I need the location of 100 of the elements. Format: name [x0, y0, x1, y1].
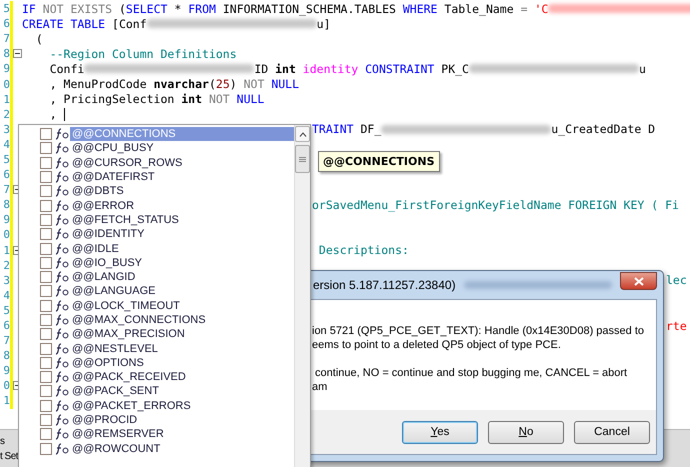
code-token: [Conf: [111, 16, 147, 31]
completion-item[interactable]: @@ROWCOUNT: [70, 442, 294, 456]
code-token: identity: [302, 62, 358, 76]
dialog-button[interactable]: No: [488, 420, 564, 444]
code-token: ,: [48, 107, 58, 122]
line-number: 3: [2, 122, 10, 136]
checkbox[interactable]: [40, 385, 52, 398]
dialog-button[interactable]: Cancel: [574, 420, 650, 444]
function-icon: [55, 171, 69, 184]
function-icon: [55, 414, 69, 426]
line-number: 5: [2, 304, 10, 317]
checkbox[interactable]: [40, 256, 52, 269]
checkbox[interactable]: [40, 371, 52, 384]
code-token: , PricingSelection: [48, 92, 176, 106]
completion-item[interactable]: @@LOCK_TIMEOUT: [70, 298, 294, 313]
code-token: NULL: [270, 77, 300, 92]
completion-item[interactable]: @@LANGUAGE: [70, 284, 294, 298]
caret-up-icon: [298, 132, 306, 136]
checkbox[interactable]: [40, 242, 52, 255]
completion-item[interactable]: @@CPU_BUSY: [70, 141, 294, 156]
code-token: Table_Name: [443, 2, 515, 16]
code-token: SELECT: [126, 2, 168, 16]
function-icon: [55, 142, 69, 154]
line-number: 4: [2, 288, 10, 302]
code-token: DF_: [359, 122, 382, 136]
code-token: lec: [666, 273, 687, 288]
grip-icon: [299, 156, 306, 162]
code-token: (: [118, 2, 126, 16]
code-token: --Region Column Definitions: [48, 46, 237, 61]
close-button[interactable]: [620, 272, 657, 290]
checkbox[interactable]: [40, 200, 52, 212]
checkbox[interactable]: [40, 300, 52, 312]
collapse-icon[interactable]: [13, 49, 22, 58]
line-number: 8: [2, 47, 10, 60]
completion-item[interactable]: @@OPTIONS: [70, 356, 294, 370]
completion-item[interactable]: @@PACK_SENT: [70, 384, 294, 398]
checkbox[interactable]: [40, 400, 52, 412]
code-token: WHERE: [402, 2, 438, 16]
completion-item[interactable]: @@PACK_RECEIVED: [70, 370, 294, 384]
function-icon: [55, 228, 69, 240]
checkbox[interactable]: [40, 214, 52, 226]
checkbox[interactable]: [40, 185, 52, 198]
panel-tab[interactable]: s: [0, 434, 4, 449]
checkbox[interactable]: [40, 328, 52, 340]
checkbox[interactable]: [40, 342, 52, 355]
scroll-thumb[interactable]: [295, 145, 310, 173]
panel-tab[interactable]: t Set: [0, 449, 18, 464]
line-number: 3: [2, 274, 10, 287]
code-token: nvarchar: [154, 77, 209, 92]
checkbox[interactable]: [40, 428, 52, 440]
scroll-up-button[interactable]: [295, 126, 310, 142]
function-icon: [55, 328, 69, 340]
code-token: IF: [22, 2, 36, 16]
completion-item[interactable]: @@IDENTITY: [70, 227, 294, 242]
completion-item[interactable]: @@ERROR: [70, 198, 294, 213]
completion-item[interactable]: @@PACKET_ERRORS: [70, 398, 294, 413]
message-text: ion 5721 (QP5_PCE_GET_TEXT): Handle (0x14E30D08) passed to: [312, 324, 644, 338]
checkbox[interactable]: [40, 228, 52, 240]
checkbox[interactable]: [40, 171, 52, 184]
close-icon: [634, 276, 644, 286]
code-token: TRAINT: [312, 122, 354, 136]
message-text: am: [312, 380, 328, 394]
completion-item[interactable]: @@CURSOR_ROWS: [70, 156, 294, 170]
checkbox[interactable]: [40, 356, 52, 369]
checkbox[interactable]: [40, 128, 52, 140]
completion-item[interactable]: @@NESTLEVEL: [70, 342, 294, 356]
line-number: 6: [2, 319, 10, 332]
function-icon: [55, 156, 69, 169]
completion-item[interactable]: @@IO_BUSY: [70, 256, 294, 270]
message-text: continue, NO = continue and stop bugging me, CANCEL = abort: [314, 366, 628, 380]
checkbox[interactable]: [40, 314, 52, 326]
function-icon: [55, 285, 69, 298]
completion-item[interactable]: @@DBTS: [70, 184, 294, 198]
completion-item[interactable]: @@IDLE: [70, 242, 294, 256]
code-token: Confi: [48, 62, 84, 76]
function-icon: [55, 214, 69, 226]
code-token: CONSTRAINT: [364, 62, 434, 76]
completion-item[interactable]: @@PROCID: [70, 413, 294, 428]
completion-item[interactable]: @@MAX_PRECISION: [70, 327, 294, 342]
dialog-button[interactable]: Yes: [402, 420, 478, 444]
completion-item[interactable]: @@MAX_CONNECTIONS: [70, 313, 294, 327]
completion-item[interactable]: @@FETCH_STATUS: [70, 212, 294, 227]
function-icon: [55, 342, 69, 355]
checkbox[interactable]: [40, 271, 52, 284]
tooltip: @@CONNECTIONS: [318, 151, 440, 172]
code-token: u_CreatedDate D: [551, 122, 656, 136]
checkbox[interactable]: [40, 156, 52, 169]
checkbox[interactable]: [40, 414, 52, 426]
function-icon: [55, 428, 69, 440]
code-token: , MenuProdCode: [48, 77, 148, 92]
line-number: 7: [2, 32, 10, 46]
code-token: 25: [216, 77, 230, 92]
checkbox[interactable]: [40, 285, 52, 298]
checkbox[interactable]: [40, 442, 52, 455]
completion-item[interactable]: @@LANGID: [70, 270, 294, 284]
line-number: 5: [2, 152, 10, 166]
function-icon: [55, 442, 69, 455]
completion-item[interactable]: @@DATEFIRST: [70, 170, 294, 184]
checkbox[interactable]: [40, 142, 52, 154]
completion-item[interactable]: @@REMSERVER: [70, 427, 294, 442]
